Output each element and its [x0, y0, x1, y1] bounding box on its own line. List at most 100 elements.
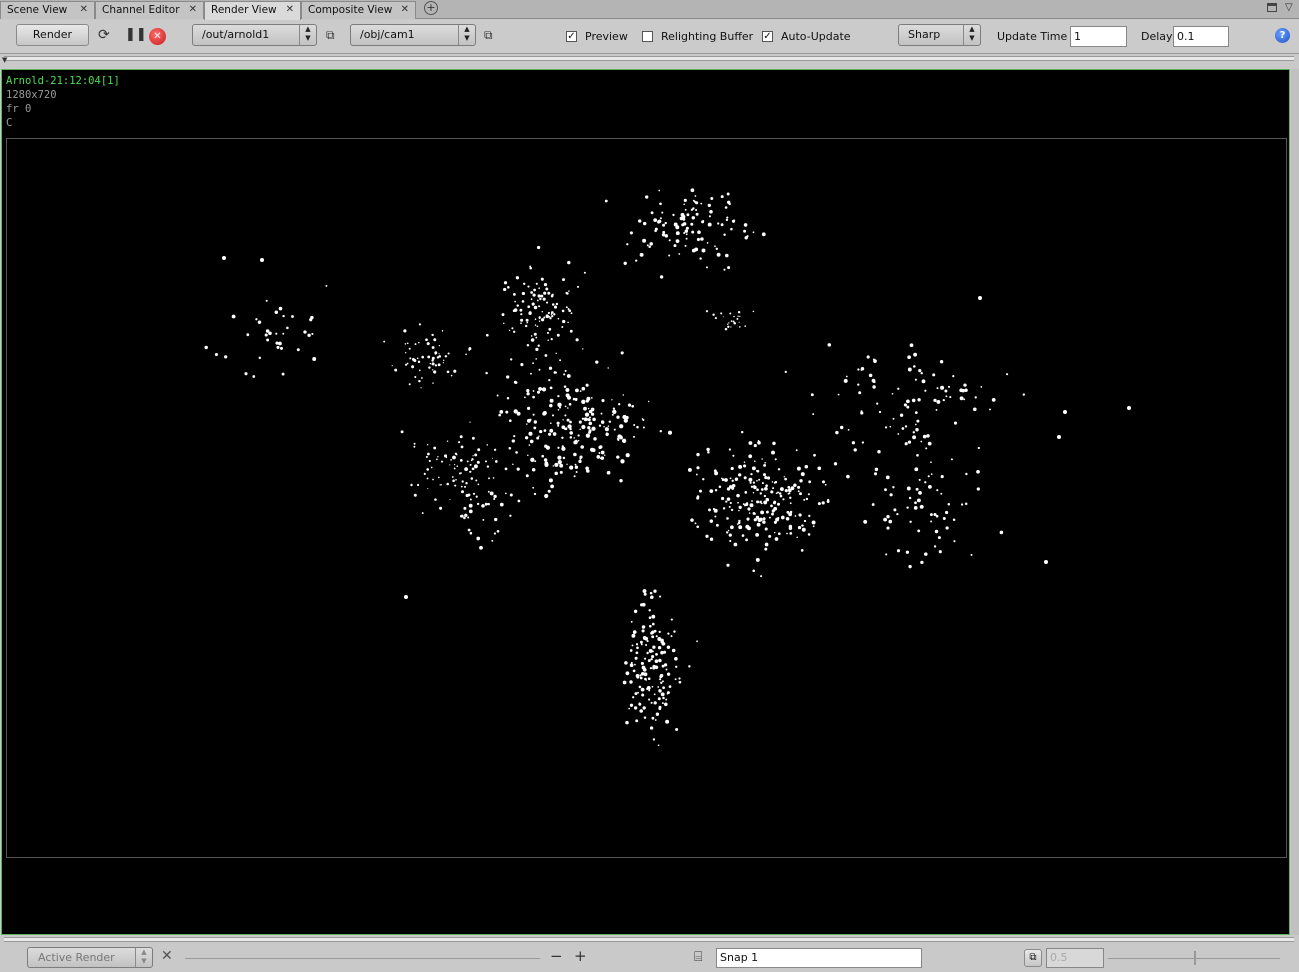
- particle-point: [793, 483, 797, 487]
- camera-jump-icon[interactable]: ⧉: [484, 28, 493, 43]
- particle-point: [678, 253, 681, 255]
- zoom-in-icon[interactable]: +: [574, 947, 587, 965]
- particle-point: [463, 516, 466, 520]
- particle-point: [746, 517, 750, 521]
- particle-point: [508, 419, 512, 423]
- tab-scene-view[interactable]: Scene View ✕: [0, 1, 95, 19]
- particle-point: [531, 302, 535, 306]
- delay-field[interactable]: 0.1: [1173, 26, 1229, 47]
- particle-point: [658, 630, 661, 634]
- active-render-select[interactable]: Active Render ▲ ▼: [27, 947, 153, 968]
- particle-point: [899, 413, 904, 417]
- particle-point: [709, 537, 714, 541]
- particle-point: [953, 421, 958, 425]
- close-icon[interactable]: ✕: [80, 2, 88, 18]
- tab-channel-editor[interactable]: Channel Editor ✕: [95, 1, 204, 19]
- preview-label: Preview: [585, 30, 628, 43]
- snapshot-slider[interactable]: [185, 958, 540, 959]
- particle-point: [524, 396, 526, 399]
- particle-point: [690, 518, 694, 522]
- particle-point: [632, 630, 637, 634]
- render-node-jump-icon[interactable]: ⧉: [326, 28, 335, 43]
- render-node-select[interactable]: /out/arnold1 ▲ ▼: [192, 24, 317, 46]
- particle-point: [503, 281, 508, 285]
- particle-point: [519, 308, 523, 312]
- add-tab-icon[interactable]: +: [424, 1, 438, 15]
- particle-point: [889, 493, 893, 497]
- particle-point: [559, 359, 562, 362]
- filter-mode-select[interactable]: Sharp ▲ ▼: [898, 24, 981, 46]
- blend-slider-handle[interactable]: [1194, 951, 1196, 965]
- particle-point: [534, 318, 537, 320]
- delete-snapshot-icon[interactable]: ✕: [161, 948, 173, 964]
- stop-icon[interactable]: ✕: [149, 28, 166, 45]
- preview-checkbox[interactable]: ✓: [566, 31, 577, 42]
- particle-point: [687, 467, 692, 472]
- particle-point: [566, 374, 571, 378]
- help-icon[interactable]: ?: [1275, 28, 1290, 43]
- particle-point: [561, 446, 566, 451]
- zoom-out-icon[interactable]: −: [550, 947, 563, 965]
- particle-point: [557, 317, 560, 320]
- select-arrows-icon: ▲ ▼: [135, 948, 152, 967]
- particle-point: [789, 510, 793, 514]
- particle-point: [730, 508, 734, 512]
- particle-point: [748, 441, 753, 445]
- particle-point: [532, 486, 535, 489]
- particle-point: [729, 539, 732, 543]
- refresh-icon[interactable]: ⟳: [98, 27, 110, 43]
- particle-point: [303, 330, 307, 334]
- particle-point: [635, 651, 639, 655]
- particle-point: [442, 362, 445, 364]
- particle-point: [507, 286, 510, 289]
- update-time-field[interactable]: 1: [1070, 26, 1127, 47]
- particle-point: [939, 360, 944, 364]
- tab-render-view[interactable]: Render View ✕: [204, 1, 301, 20]
- particle-point: [383, 340, 386, 343]
- particle-point: [562, 278, 565, 282]
- auto-update-checkbox[interactable]: ✓: [762, 31, 773, 42]
- particle-point: [566, 407, 569, 409]
- maximize-icon[interactable]: [1267, 3, 1277, 12]
- particle-point: [471, 467, 475, 471]
- particle-point: [654, 227, 658, 231]
- particle-point: [476, 460, 480, 464]
- relighting-buffer-checkbox[interactable]: [642, 31, 653, 42]
- particle-point: [606, 432, 608, 434]
- pane-menu-icon[interactable]: ▽: [1285, 2, 1293, 13]
- tab-composite-view[interactable]: Composite View ✕: [301, 1, 416, 19]
- render-viewport[interactable]: Arnold-21:12:04[1] 1280x720 fr 0 C: [1, 69, 1290, 935]
- snap-field[interactable]: Snap 1: [716, 948, 922, 968]
- particle-point: [406, 342, 409, 345]
- particle-point: [529, 266, 532, 270]
- blend-value-field[interactable]: 0.5: [1046, 948, 1104, 968]
- camera-icon[interactable]: ⌸: [694, 949, 702, 965]
- particle-point: [646, 651, 649, 655]
- particle-point: [543, 429, 547, 432]
- particle-point: [655, 635, 658, 638]
- particle-point: [929, 513, 933, 517]
- particle-point: [817, 466, 822, 471]
- particle-point: [904, 442, 908, 446]
- close-icon[interactable]: ✕: [189, 2, 197, 18]
- particle-point: [403, 329, 407, 333]
- camera-select[interactable]: /obj/cam1 ▲ ▼: [350, 24, 476, 46]
- particle-point: [913, 506, 918, 510]
- collapse-bar[interactable]: [4, 937, 1294, 942]
- collapse-arrow-icon[interactable]: ▼: [2, 56, 7, 64]
- close-icon[interactable]: ✕: [401, 2, 409, 18]
- particle-point: [629, 680, 633, 684]
- snapshot-compare-icon[interactable]: ⧉: [1024, 949, 1042, 967]
- particle-point: [509, 493, 513, 497]
- update-time-label: Update Time: [997, 30, 1068, 43]
- pause-icon[interactable]: ❚❚: [125, 27, 147, 42]
- particle-point: [548, 366, 553, 370]
- particle-point: [454, 484, 457, 487]
- particle-point: [408, 383, 411, 386]
- render-button[interactable]: Render: [16, 24, 89, 46]
- viewport-scrollbar[interactable]: [1291, 69, 1299, 935]
- collapse-bar[interactable]: [4, 56, 1294, 61]
- particle-point: [883, 517, 887, 522]
- close-icon[interactable]: ✕: [286, 2, 294, 18]
- particle-point: [738, 473, 742, 477]
